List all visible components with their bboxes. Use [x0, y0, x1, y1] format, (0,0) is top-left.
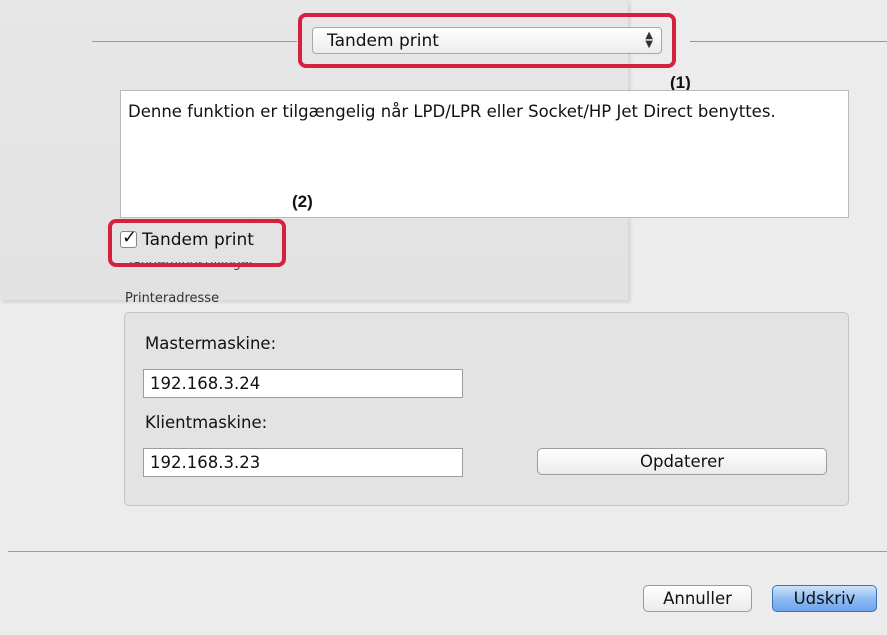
- printer-address-title: Printeradresse: [125, 291, 220, 306]
- update-button[interactable]: Opdaterer: [537, 448, 827, 475]
- description-box: Denne funktion er tilgængelig når LPD/LP…: [120, 90, 849, 218]
- divider-right: [690, 41, 887, 42]
- footer-divider: [8, 551, 887, 552]
- client-address-field[interactable]: [143, 448, 463, 477]
- highlight-box-1: [298, 13, 676, 68]
- highlight-box-2: [108, 219, 286, 267]
- master-label: Mastermaskine:: [145, 334, 277, 353]
- divider-left: [92, 41, 297, 42]
- cancel-button[interactable]: Annuller: [643, 585, 752, 612]
- client-label: Klientmaskine:: [145, 413, 268, 432]
- description-text: Denne funktion er tilgængelig når LPD/LP…: [128, 102, 776, 121]
- print-button[interactable]: Udskriv: [772, 585, 877, 612]
- callout-2: (2): [292, 192, 313, 211]
- master-address-field[interactable]: [143, 369, 463, 398]
